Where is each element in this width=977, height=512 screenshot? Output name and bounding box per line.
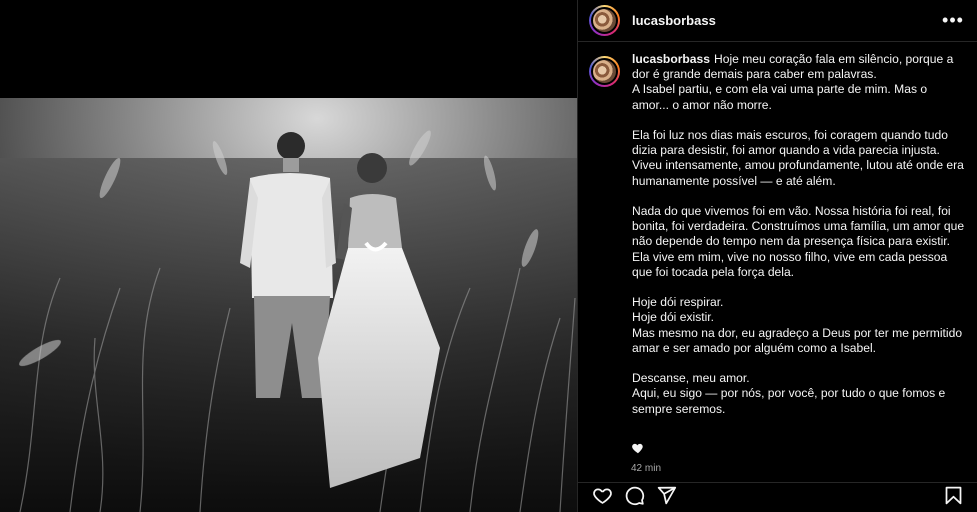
bookmark-icon[interactable] [941,484,965,508]
post-photo [0,98,577,512]
post-side-panel: lucasborbass ••• lucasborbass Hoje meu co… [577,0,977,512]
share-icon[interactable] [654,484,678,508]
caption-text: lucasborbass Hoje meu coração fala em sil… [632,52,965,417]
caption-line: Mas mesmo na dor, eu agradeço a Deus por… [632,325,963,355]
caption-line: Nada do que vivemos foi em vão. Nossa hi… [632,204,965,279]
more-options-icon[interactable]: ••• [941,9,965,33]
caption-line: Hoje dói existir. [632,310,715,325]
caption-username[interactable]: lucasborbass [632,52,710,66]
caption-line: Ela foi luz nos dias mais escuros, foi c… [632,128,964,188]
caption-block: lucasborbass Hoje meu coração fala em sil… [578,52,977,417]
caption-line: A Isabel partiu, e com ela vai uma parte… [632,82,928,112]
post-header: lucasborbass ••• [578,0,977,42]
caption-line: Hoje dói respirar. [632,295,724,310]
caption-like-heart-icon[interactable] [631,441,645,455]
action-bar [578,482,977,512]
heart-icon[interactable] [590,484,614,508]
caption-line: Descanse, meu amor. [632,371,750,386]
author-avatar[interactable] [589,5,620,36]
post-media[interactable] [0,0,577,512]
caption-author-avatar[interactable] [589,56,620,87]
post-timestamp: 42 min [631,463,662,474]
post-view: lucasborbass ••• lucasborbass Hoje meu co… [0,0,977,512]
comment-icon[interactable] [622,484,646,508]
author-username[interactable]: lucasborbass [632,13,716,28]
caption-line: Aqui, eu sigo — por nós, por você, por t… [632,386,946,416]
